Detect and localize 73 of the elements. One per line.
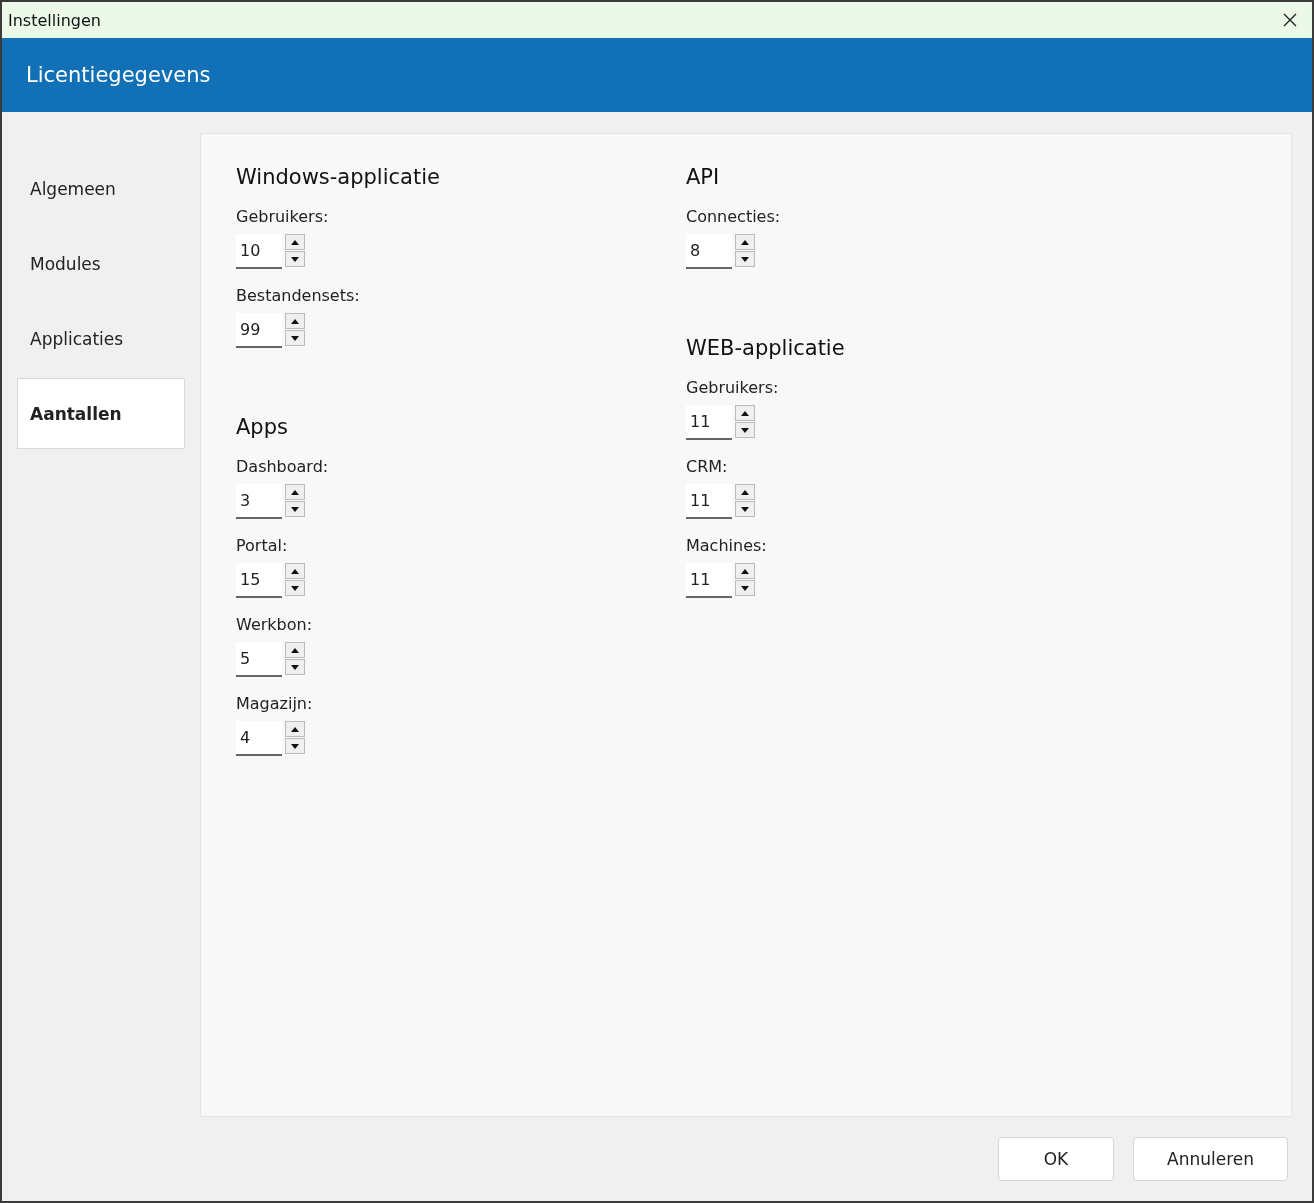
increment-button[interactable]	[285, 563, 305, 579]
up-triangle-icon	[291, 489, 299, 495]
increment-button[interactable]	[285, 721, 305, 737]
number-field[interactable]: 3	[236, 484, 282, 519]
decrement-button[interactable]	[285, 251, 305, 267]
number-field[interactable]: 11	[686, 563, 732, 598]
up-triangle-icon	[741, 239, 749, 245]
field-label: Machines:	[686, 535, 768, 557]
up-triangle-icon	[741, 410, 749, 416]
field-label: Bestandensets:	[236, 285, 361, 307]
increment-button[interactable]	[735, 563, 755, 579]
number-field[interactable]: 99	[236, 313, 282, 348]
field-label: CRM:	[686, 456, 729, 478]
decrement-button[interactable]	[285, 659, 305, 675]
decrement-button[interactable]	[735, 251, 755, 267]
section-heading: Apps	[236, 414, 289, 441]
down-triangle-icon	[741, 427, 749, 433]
field-label: Werkbon:	[236, 614, 314, 636]
sidebar-item[interactable]: Aantallen	[17, 378, 185, 449]
field-label: Gebruikers:	[686, 377, 780, 399]
decrement-button[interactable]	[285, 580, 305, 596]
number-field[interactable]: 5	[236, 642, 282, 677]
section-heading: WEB-applicatie	[686, 335, 846, 362]
decrement-button[interactable]	[735, 580, 755, 596]
increment-button[interactable]	[285, 642, 305, 658]
up-triangle-icon	[741, 489, 749, 495]
decrement-button[interactable]	[735, 422, 755, 438]
down-triangle-icon	[291, 256, 299, 262]
number-field[interactable]: 11	[686, 405, 732, 440]
up-triangle-icon	[741, 568, 749, 574]
dialog-button[interactable]: OK	[998, 1137, 1114, 1181]
field-label: Gebruikers:	[236, 206, 330, 228]
up-triangle-icon	[291, 318, 299, 324]
up-triangle-icon	[291, 239, 299, 245]
increment-button[interactable]	[285, 313, 305, 329]
dialog-button[interactable]: Annuleren	[1133, 1137, 1288, 1181]
number-field[interactable]: 11	[686, 484, 732, 519]
down-triangle-icon	[741, 506, 749, 512]
up-triangle-icon	[291, 568, 299, 574]
field-label: Portal:	[236, 535, 289, 557]
sidebar-item[interactable]: Applicaties	[17, 303, 185, 374]
field-label: Connecties:	[686, 206, 782, 228]
increment-button[interactable]	[735, 234, 755, 250]
field-label: Dashboard:	[236, 456, 330, 478]
increment-button[interactable]	[285, 234, 305, 250]
decrement-button[interactable]	[285, 738, 305, 754]
down-triangle-icon	[291, 664, 299, 670]
field-label: Magazijn:	[236, 693, 314, 715]
down-triangle-icon	[291, 506, 299, 512]
up-triangle-icon	[291, 726, 299, 732]
increment-button[interactable]	[735, 484, 755, 500]
number-field[interactable]: 15	[236, 563, 282, 598]
increment-button[interactable]	[285, 484, 305, 500]
down-triangle-icon	[741, 256, 749, 262]
window-title: Instellingen	[8, 10, 101, 30]
down-triangle-icon	[291, 335, 299, 341]
decrement-button[interactable]	[285, 501, 305, 517]
sidebar-item[interactable]: Algemeen	[17, 153, 185, 224]
close-icon	[1282, 12, 1298, 28]
decrement-button[interactable]	[285, 330, 305, 346]
sidebar-item[interactable]: Modules	[17, 228, 185, 299]
down-triangle-icon	[741, 585, 749, 591]
section-heading: API	[686, 164, 721, 191]
increment-button[interactable]	[735, 405, 755, 421]
number-field[interactable]: 4	[236, 721, 282, 756]
decrement-button[interactable]	[735, 501, 755, 517]
number-field[interactable]: 10	[236, 234, 282, 269]
up-triangle-icon	[291, 647, 299, 653]
down-triangle-icon	[291, 585, 299, 591]
section-heading: Windows-applicatie	[236, 164, 441, 191]
number-field[interactable]: 8	[686, 234, 732, 269]
header-title: Licentiegegevens	[26, 63, 211, 87]
down-triangle-icon	[291, 743, 299, 749]
